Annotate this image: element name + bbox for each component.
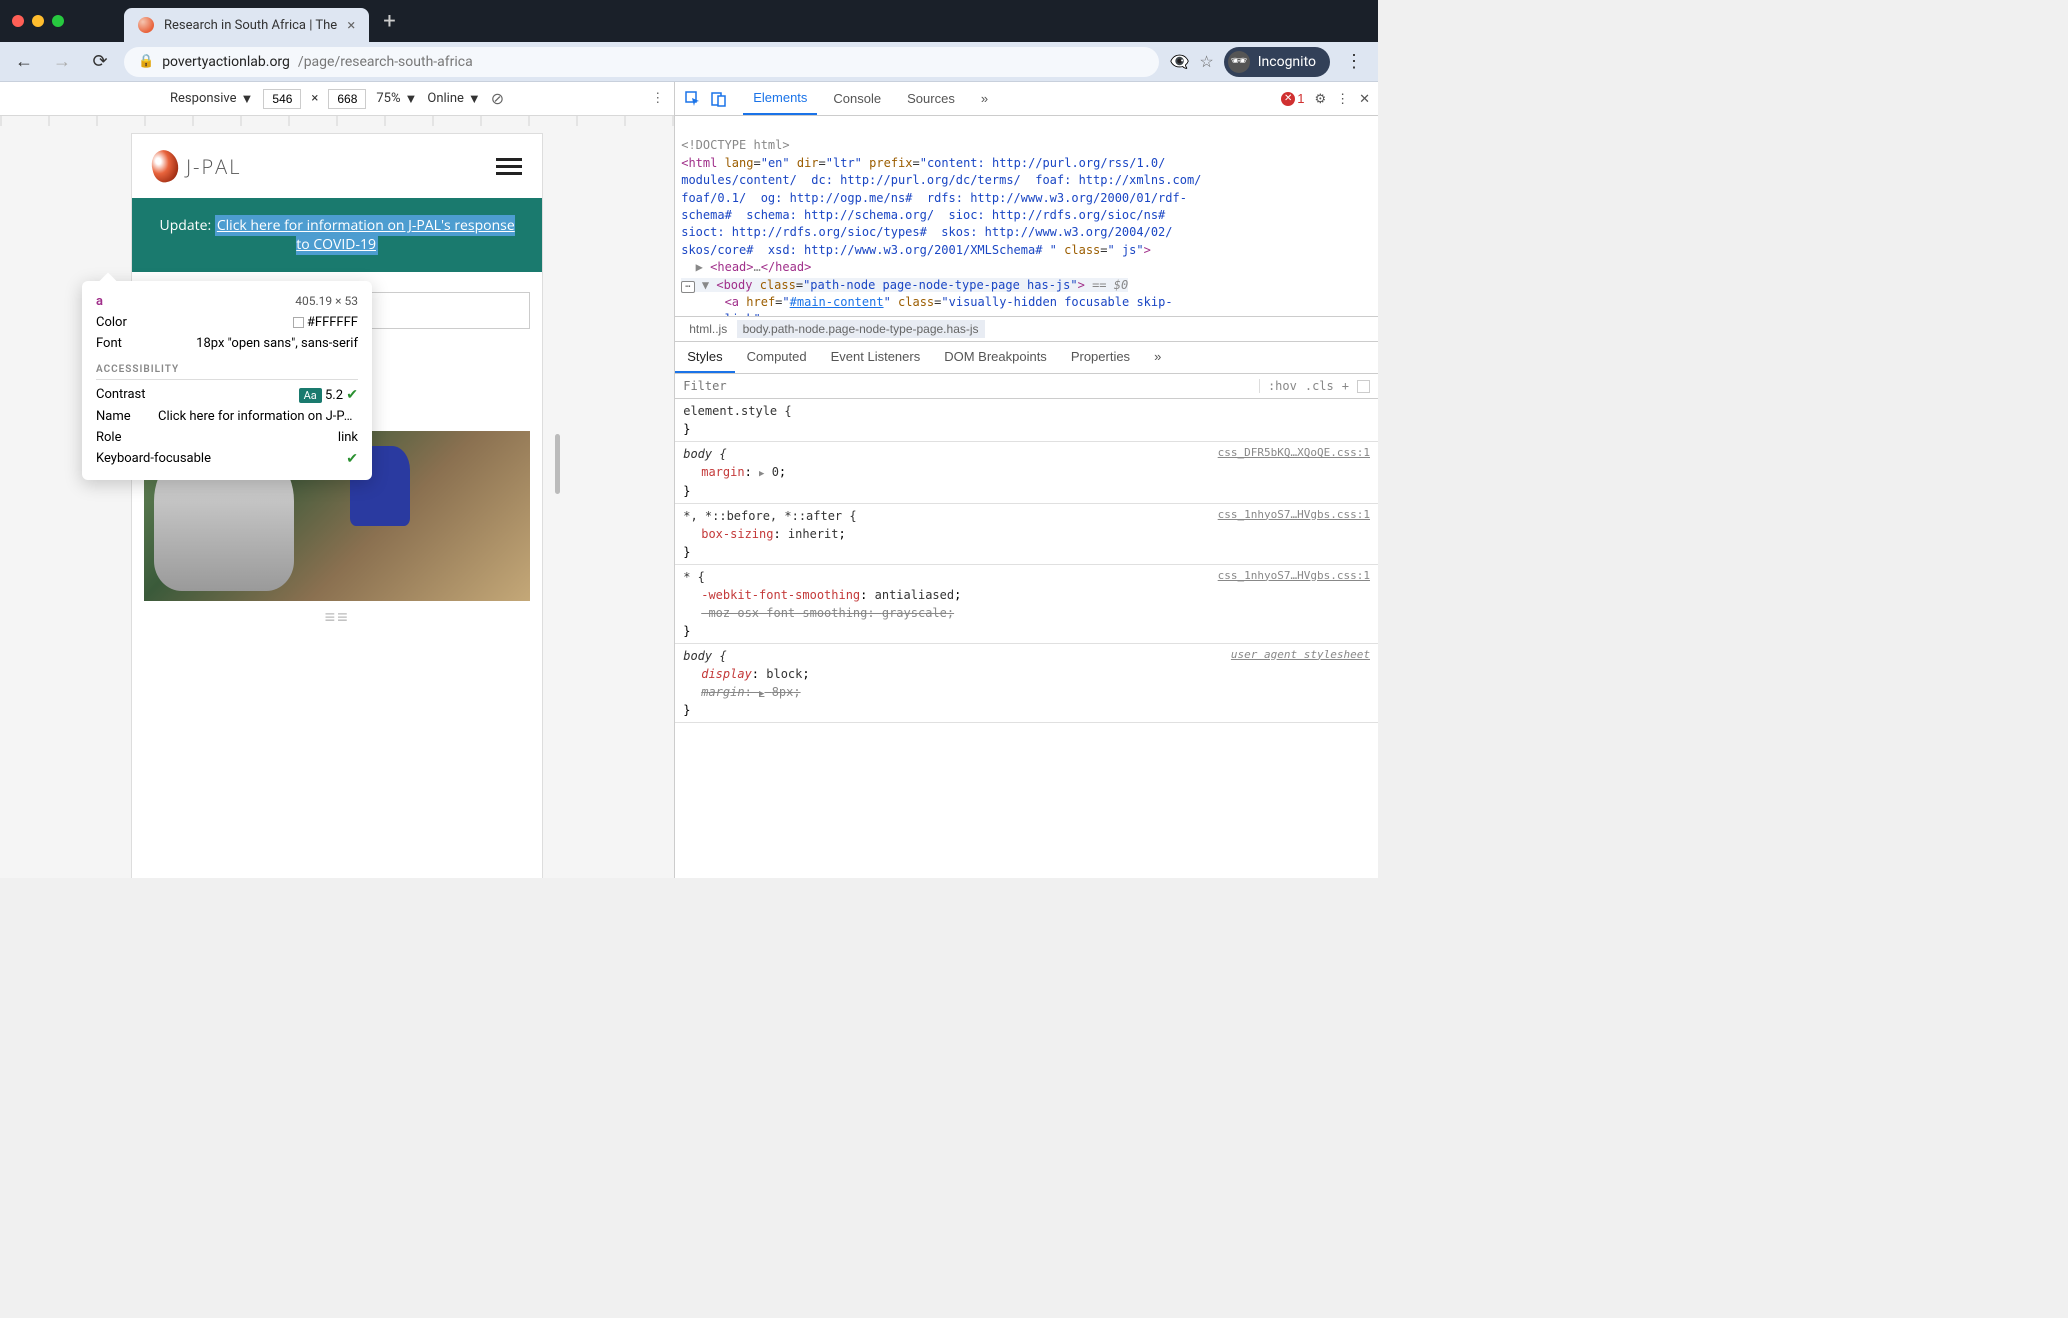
incognito-icon: 🕶 (1228, 51, 1250, 73)
tab-console[interactable]: Console (823, 83, 891, 114)
breadcrumb[interactable]: html..js body.path-node.page-node-type-p… (675, 316, 1378, 342)
lock-icon: 🔒 (138, 54, 154, 69)
logo-text: J-PAL (186, 153, 241, 180)
subtab-styles[interactable]: Styles (675, 342, 734, 373)
window-minimize[interactable] (32, 15, 44, 27)
update-banner: Update: Click here for information on J-… (132, 198, 542, 272)
window-maximize[interactable] (52, 15, 64, 27)
emulated-viewport[interactable]: J-PAL Update: Click here for information… (132, 134, 542, 878)
check-icon: ✔ (346, 451, 358, 467)
logo-icon (148, 147, 181, 185)
throttle-select[interactable]: Online ▼ (427, 91, 480, 107)
gear-icon[interactable]: ⚙ (1314, 91, 1326, 107)
device-toolbar-icon[interactable] (709, 89, 729, 109)
browser-tab[interactable]: Research in South Africa | The × (124, 8, 369, 42)
devtools-menu[interactable]: ⋮ (1336, 91, 1349, 107)
rotate-icon[interactable]: ⊘ (491, 89, 504, 108)
reload-button[interactable]: ⟳ (86, 48, 114, 76)
browser-menu-button[interactable]: ⋮ (1340, 48, 1368, 76)
menu-button[interactable] (496, 158, 522, 175)
banner-link[interactable]: Click here for information on J-PAL's re… (215, 215, 515, 255)
url-path: /page/research-south-africa (298, 54, 473, 70)
viewport-height-input[interactable] (328, 89, 366, 109)
source-link: user agent stylesheet (1231, 647, 1370, 664)
window-close[interactable] (12, 15, 24, 27)
subtab-computed[interactable]: Computed (735, 342, 819, 373)
element-inspector-tooltip: a405.19 × 53 Color#FFFFFF Font18px "open… (82, 281, 372, 480)
cls-toggle[interactable]: .cls (1305, 379, 1334, 393)
hov-toggle[interactable]: :hov (1268, 379, 1297, 393)
favicon-icon (138, 17, 154, 33)
incognito-badge[interactable]: 🕶 Incognito (1224, 47, 1330, 77)
close-icon[interactable]: × (347, 16, 355, 34)
source-link[interactable]: css_1nhyoS7…HVgbs.css:1 (1218, 568, 1370, 585)
tab-sources[interactable]: Sources (897, 83, 965, 114)
check-icon: ✔ (346, 387, 358, 403)
drag-handle-icon[interactable]: ≡≡ (132, 601, 542, 633)
subtab-properties[interactable]: Properties (1059, 342, 1142, 373)
site-logo[interactable]: J-PAL (152, 150, 241, 182)
box-model-icon[interactable] (1357, 380, 1370, 393)
scrollbar[interactable] (555, 434, 560, 494)
subtab-dom-breakpoints[interactable]: DOM Breakpoints (932, 342, 1059, 373)
address-bar[interactable]: 🔒 povertyactionlab.org/page/research-sou… (124, 47, 1159, 77)
zoom-select[interactable]: 75% ▼ (376, 91, 417, 107)
subtab-event-listeners[interactable]: Event Listeners (819, 342, 933, 373)
source-link[interactable]: css_DFR5bKQ…XQoQE.css:1 (1218, 445, 1370, 462)
forward-button[interactable]: → (48, 48, 76, 76)
source-link[interactable]: css_1nhyoS7…HVgbs.css:1 (1218, 507, 1370, 524)
eye-off-icon[interactable]: 👁‍🗨 (1169, 52, 1189, 71)
dom-tree[interactable]: <!DOCTYPE html> <html lang="en" dir="ltr… (675, 116, 1378, 316)
close-devtools-icon[interactable]: ✕ (1359, 91, 1370, 107)
device-mode-select[interactable]: Responsive ▼ (170, 91, 253, 107)
subtabs-overflow[interactable]: » (1142, 342, 1173, 373)
new-tab-button[interactable]: + (383, 9, 395, 34)
ruler (0, 116, 674, 126)
styles-panel[interactable]: element.style {} css_DFR5bKQ…XQoQE.css:1… (675, 399, 1378, 878)
viewport-width-input[interactable] (263, 89, 301, 109)
tab-title: Research in South Africa | The (164, 18, 337, 33)
error-count[interactable]: ✕1 (1281, 91, 1304, 106)
new-style-rule-button[interactable]: + (1342, 379, 1349, 393)
bookmark-star-icon[interactable]: ☆ (1199, 52, 1213, 71)
inspect-element-icon[interactable] (683, 89, 703, 109)
tabs-overflow[interactable]: » (971, 83, 998, 114)
tab-elements[interactable]: Elements (743, 82, 817, 115)
device-more-menu[interactable]: ⋮ (651, 91, 664, 106)
back-button[interactable]: ← (10, 48, 38, 76)
styles-filter-input[interactable] (675, 374, 1259, 398)
url-host: povertyactionlab.org (162, 54, 290, 70)
